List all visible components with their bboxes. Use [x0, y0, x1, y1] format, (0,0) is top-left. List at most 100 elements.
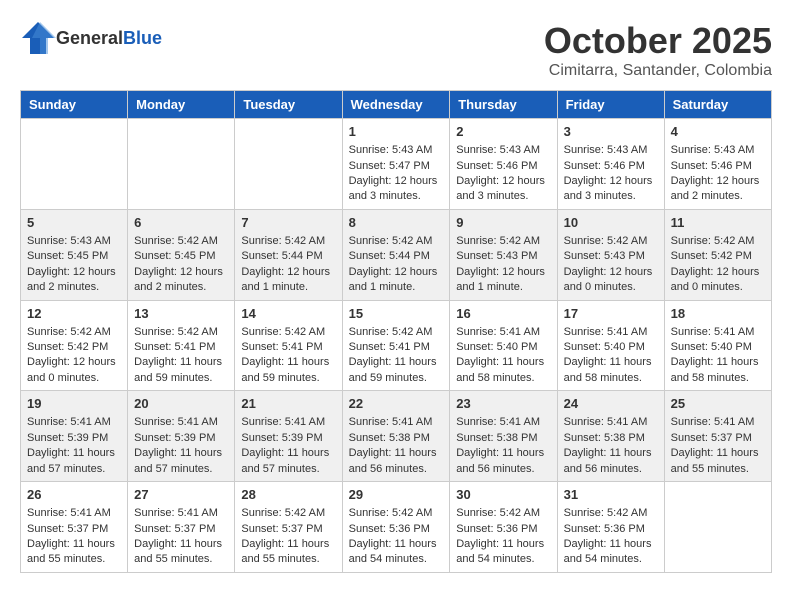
- cell-content: 11Sunrise: 5:42 AMSunset: 5:42 PMDayligh…: [671, 214, 765, 296]
- daylight-text: Daylight: 12 hours and 2 minutes.: [27, 265, 121, 296]
- sunrise-text: Sunrise: 5:41 AM: [671, 415, 765, 430]
- calendar-cell: 15Sunrise: 5:42 AMSunset: 5:41 PMDayligh…: [342, 300, 450, 391]
- calendar-cell: 21Sunrise: 5:41 AMSunset: 5:39 PMDayligh…: [235, 391, 342, 482]
- cell-content: 19Sunrise: 5:41 AMSunset: 5:39 PMDayligh…: [27, 395, 121, 477]
- cell-content: 6 Sunrise: 5:42 AMSunset: 5:45 PMDaylight…: [134, 214, 228, 296]
- calendar-cell: 30Sunrise: 5:42 AMSunset: 5:36 PMDayligh…: [450, 482, 557, 573]
- cell-content: 3Sunrise: 5:43 AMSunset: 5:46 PMDaylight…: [564, 123, 658, 205]
- sunset-text: Sunset: 5:39 PM: [27, 431, 121, 446]
- daylight-text: Daylight: 11 hours and 59 minutes.: [349, 355, 444, 386]
- cell-content: 15Sunrise: 5:42 AMSunset: 5:41 PMDayligh…: [349, 305, 444, 387]
- cell-content: 24Sunrise: 5:41 AMSunset: 5:38 PMDayligh…: [564, 395, 658, 477]
- daylight-text: Daylight: 12 hours and 0 minutes.: [671, 265, 765, 296]
- day-number: 4: [671, 123, 765, 141]
- daylight-text: Daylight: 11 hours and 58 minutes.: [456, 355, 550, 386]
- sunrise-text: Sunrise: 5:42 AM: [241, 506, 335, 521]
- daylight-text: Daylight: 12 hours and 1 minute.: [349, 265, 444, 296]
- weekday-header: Monday: [128, 91, 235, 119]
- calendar-table: SundayMondayTuesdayWednesdayThursdayFrid…: [20, 90, 772, 573]
- calendar-cell: 22Sunrise: 5:41 AMSunset: 5:38 PMDayligh…: [342, 391, 450, 482]
- calendar-cell: 20Sunrise: 5:41 AMSunset: 5:39 PMDayligh…: [128, 391, 235, 482]
- daylight-text: Daylight: 12 hours and 2 minutes.: [134, 265, 228, 296]
- cell-content: 26Sunrise: 5:41 AMSunset: 5:37 PMDayligh…: [27, 486, 121, 568]
- day-number: 20: [134, 395, 228, 413]
- title-area: October 2025 Cimitarra, Santander, Colom…: [544, 20, 772, 80]
- day-number: 10: [564, 214, 658, 232]
- daylight-text: Daylight: 11 hours and 56 minutes.: [456, 446, 550, 477]
- sunset-text: Sunset: 5:43 PM: [456, 249, 550, 264]
- weekday-header: Saturday: [664, 91, 771, 119]
- day-number: 22: [349, 395, 444, 413]
- cell-content: 1Sunrise: 5:43 AMSunset: 5:47 PMDaylight…: [349, 123, 444, 205]
- day-number: 8: [349, 214, 444, 232]
- calendar-week-row: 12 Sunrise: 5:42 AM Sunset: 5:42 PM Dayligh…: [21, 300, 772, 391]
- cell-content: 21Sunrise: 5:41 AMSunset: 5:39 PMDayligh…: [241, 395, 335, 477]
- calendar-cell: 31Sunrise: 5:42 AMSunset: 5:36 PMDayligh…: [557, 482, 664, 573]
- daylight-text: Daylight: 11 hours and 54 minutes.: [456, 537, 550, 568]
- calendar-cell: 27Sunrise: 5:41 AMSunset: 5:37 PMDayligh…: [128, 482, 235, 573]
- calendar-cell: 2Sunrise: 5:43 AMSunset: 5:46 PMDaylight…: [450, 119, 557, 210]
- cell-content: 25Sunrise: 5:41 AMSunset: 5:37 PMDayligh…: [671, 395, 765, 477]
- weekday-header: Friday: [557, 91, 664, 119]
- sunset-text: Sunset: 5:44 PM: [349, 249, 444, 264]
- day-number: 5: [27, 214, 121, 232]
- daylight-text: Daylight: 12 hours and 3 minutes.: [564, 174, 658, 205]
- calendar-cell: 16Sunrise: 5:41 AMSunset: 5:40 PMDayligh…: [450, 300, 557, 391]
- sunset-text: Sunset: 5:47 PM: [349, 159, 444, 174]
- cell-content: 12Sunrise: 5:42 AMSunset: 5:42 PMDayligh…: [27, 305, 121, 387]
- day-number: 3: [564, 123, 658, 141]
- day-number: 12: [27, 305, 121, 323]
- day-number: 29: [349, 486, 444, 504]
- daylight-text: Daylight: 11 hours and 59 minutes.: [241, 355, 335, 386]
- daylight-text: Daylight: 11 hours and 59 minutes.: [134, 355, 228, 386]
- sunset-text: Sunset: 5:45 PM: [134, 249, 228, 264]
- calendar-cell: 26Sunrise: 5:41 AMSunset: 5:37 PMDayligh…: [21, 482, 128, 573]
- sunrise-text: Sunrise: 5:42 AM: [134, 234, 228, 249]
- sunrise-text: Sunrise: 5:41 AM: [27, 415, 121, 430]
- sunset-text: Sunset: 5:42 PM: [27, 340, 121, 355]
- daylight-text: Daylight: 11 hours and 58 minutes.: [564, 355, 658, 386]
- sunset-text: Sunset: 5:44 PM: [241, 249, 335, 264]
- calendar-cell: 25Sunrise: 5:41 AMSunset: 5:37 PMDayligh…: [664, 391, 771, 482]
- daylight-text: Daylight: 12 hours and 0 minutes.: [564, 265, 658, 296]
- sunset-text: Sunset: 5:41 PM: [241, 340, 335, 355]
- cell-content: 9Sunrise: 5:42 AMSunset: 5:43 PMDaylight…: [456, 214, 550, 296]
- calendar-cell: 5Sunrise: 5:43 AMSunset: 5:45 PMDaylight…: [21, 209, 128, 300]
- day-number: 30: [456, 486, 550, 504]
- day-number: 24: [564, 395, 658, 413]
- sunset-text: Sunset: 5:40 PM: [456, 340, 550, 355]
- sunrise-text: Sunrise: 5:42 AM: [241, 325, 335, 340]
- weekday-header: Sunday: [21, 91, 128, 119]
- logo: GeneralBlue: [20, 20, 162, 56]
- daylight-text: Daylight: 11 hours and 56 minutes.: [564, 446, 658, 477]
- daylight-text: Daylight: 11 hours and 57 minutes.: [27, 446, 121, 477]
- calendar-cell: 6 Sunrise: 5:42 AMSunset: 5:45 PMDaylight…: [128, 209, 235, 300]
- sunrise-text: Sunrise: 5:42 AM: [134, 325, 228, 340]
- daylight-text: Daylight: 11 hours and 55 minutes.: [134, 537, 228, 568]
- sunrise-text: Sunrise: 5:43 AM: [564, 143, 658, 158]
- day-number: 7: [241, 214, 335, 232]
- logo-general: General: [56, 28, 123, 48]
- sunrise-text: Sunrise: 5:43 AM: [349, 143, 444, 158]
- sunrise-text: Sunrise: 5:41 AM: [671, 325, 765, 340]
- calendar-header-row: SundayMondayTuesdayWednesdayThursdayFrid…: [21, 91, 772, 119]
- daylight-text: Daylight: 12 hours and 2 minutes.: [671, 174, 765, 205]
- calendar-cell: 12Sunrise: 5:42 AMSunset: 5:42 PMDayligh…: [21, 300, 128, 391]
- cell-content: 30Sunrise: 5:42 AMSunset: 5:36 PMDayligh…: [456, 486, 550, 568]
- sunset-text: Sunset: 5:43 PM: [564, 249, 658, 264]
- calendar-week-row: 5Sunrise: 5:43 AMSunset: 5:45 PMDaylight…: [21, 209, 772, 300]
- sunrise-text: Sunrise: 5:42 AM: [564, 234, 658, 249]
- day-number: 13: [134, 305, 228, 323]
- weekday-header: Wednesday: [342, 91, 450, 119]
- day-number: 18: [671, 305, 765, 323]
- calendar-cell: [21, 119, 128, 210]
- day-number: 28: [241, 486, 335, 504]
- sunrise-text: Sunrise: 5:41 AM: [134, 415, 228, 430]
- sunrise-text: Sunrise: 5:42 AM: [456, 234, 550, 249]
- sunset-text: Sunset: 5:45 PM: [27, 249, 121, 264]
- day-number: 6: [134, 214, 228, 232]
- sunrise-text: Sunrise: 5:41 AM: [456, 415, 550, 430]
- calendar-cell: 28Sunrise: 5:42 AMSunset: 5:37 PMDayligh…: [235, 482, 342, 573]
- calendar-cell: 1Sunrise: 5:43 AMSunset: 5:47 PMDaylight…: [342, 119, 450, 210]
- sunset-text: Sunset: 5:36 PM: [349, 522, 444, 537]
